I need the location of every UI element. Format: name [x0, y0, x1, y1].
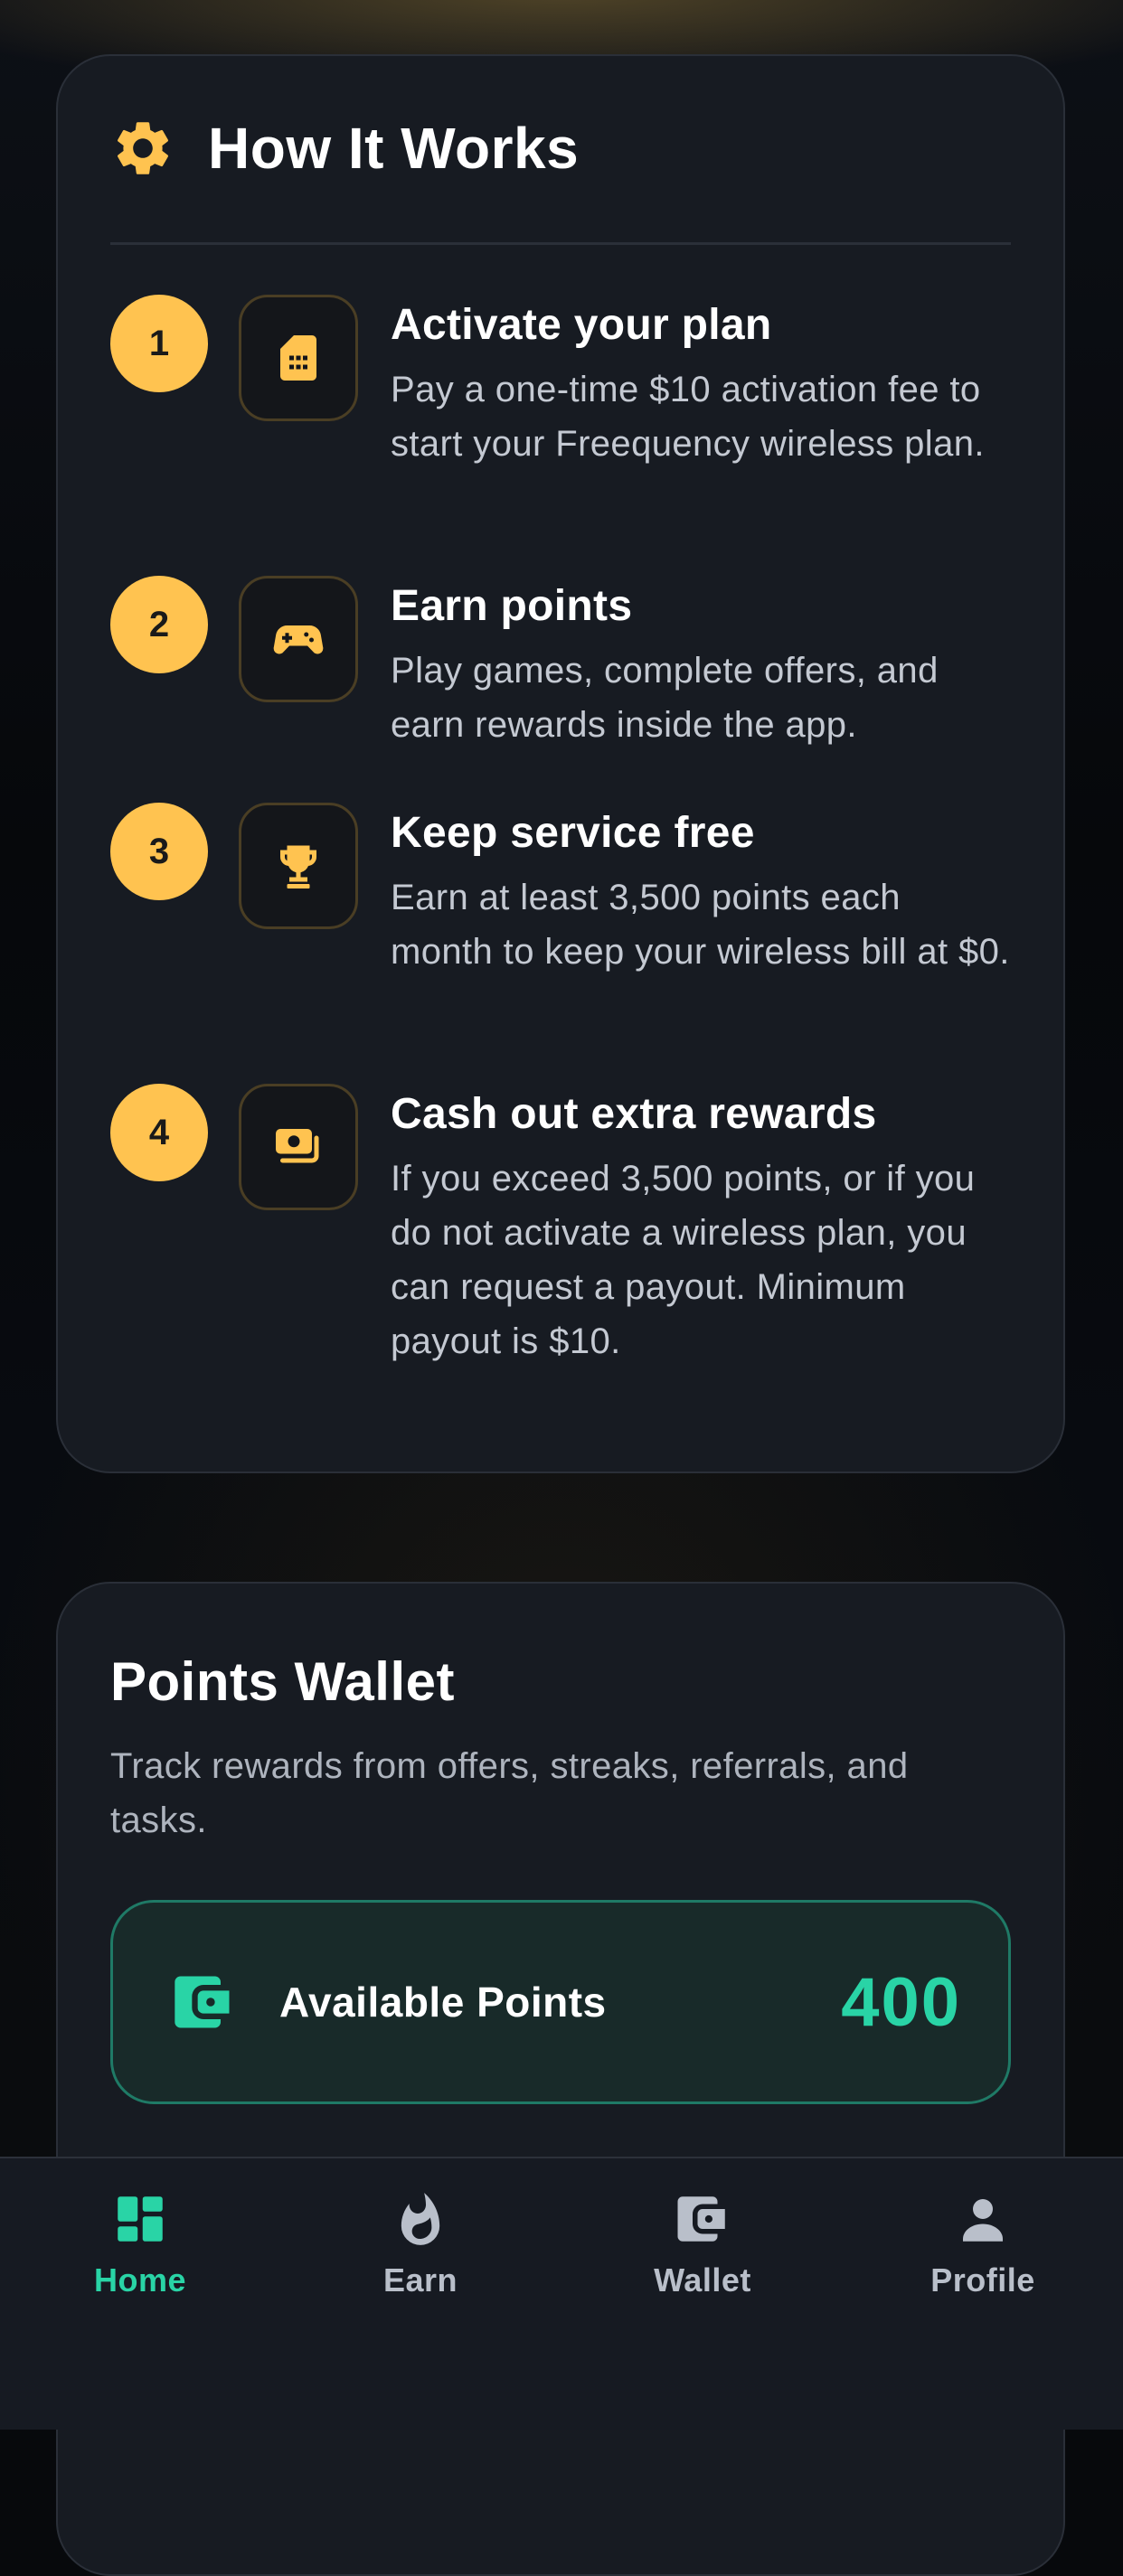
dashboard-icon	[118, 2196, 163, 2242]
step-number-badge: 3	[110, 803, 208, 900]
trophy-icon	[279, 845, 317, 888]
how-it-works-card: How It Works 1 Activate your plan Pay a …	[56, 54, 1065, 1473]
points-wallet-description: Track rewards from offers, streaks, refe…	[110, 1746, 909, 1840]
step-title: Cash out extra rewards	[391, 1090, 877, 1138]
available-points-panel: Available Points 400	[110, 1900, 1011, 2104]
step-title: Activate your plan	[391, 301, 772, 349]
nav-item-home[interactable]: Home	[50, 2189, 231, 2299]
nav-label: Home	[93, 2261, 187, 2299]
step-title: Earn points	[391, 582, 633, 630]
nav-item-earn[interactable]: Earn	[330, 2189, 511, 2299]
gamepad-icon	[273, 625, 324, 654]
step-number-badge: 1	[110, 295, 208, 392]
step-description: If you exceed 3,500 points, or if you do…	[391, 1159, 976, 1362]
nav-label: Wallet	[654, 2261, 751, 2299]
step-text: Earn points Play games, complete offers,…	[391, 581, 1011, 752]
nav-label: Profile	[930, 2261, 1035, 2299]
step-description: Pay a one-time $10 activation fee to sta…	[391, 370, 985, 465]
step-item-4: 4 Cash out extra rewards If you exceed 3…	[110, 1084, 1011, 1361]
flame-icon	[401, 2193, 440, 2245]
step-description: Play games, complete offers, and earn re…	[391, 651, 939, 746]
nav-item-profile[interactable]: Profile	[892, 2189, 1073, 2299]
available-points-label: Available Points	[279, 1979, 607, 2026]
available-points-value: 400	[841, 1963, 961, 2041]
step-item-1: 1 Activate your plan Pay a one-time $10 …	[110, 295, 1011, 566]
step-icon-tile	[239, 1084, 358, 1210]
step-number-badge: 4	[110, 1084, 208, 1181]
nav-item-wallet[interactable]: Wallet	[612, 2189, 793, 2299]
wallet-icon	[677, 2196, 725, 2242]
wallet-icon	[175, 1976, 230, 2028]
step-description: Earn at least 3,500 points each month to…	[391, 878, 1010, 973]
divider	[110, 242, 1011, 245]
sim-card-icon	[280, 335, 316, 381]
person-icon	[963, 2199, 1003, 2242]
step-text: Keep service free Earn at least 3,500 po…	[391, 808, 1011, 979]
how-it-works-title: How It Works	[208, 116, 580, 181]
step-text: Cash out extra rewards If you exceed 3,5…	[391, 1089, 1011, 1368]
how-it-works-header: How It Works	[110, 116, 579, 181]
bottom-nav: Home Earn Wallet Profile	[0, 2157, 1123, 2430]
gear-icon	[117, 122, 169, 174]
nav-label: Earn	[382, 2261, 458, 2299]
step-icon-tile	[239, 803, 358, 929]
step-text: Activate your plan Pay a one-time $10 ac…	[391, 300, 1011, 471]
step-item-3: 3 Keep service free Earn at least 3,500 …	[110, 803, 1011, 1074]
step-title: Keep service free	[391, 809, 755, 857]
step-icon-tile	[239, 576, 358, 702]
cash-icon	[276, 1129, 319, 1163]
step-icon-tile	[239, 295, 358, 421]
step-number-badge: 2	[110, 576, 208, 673]
points-wallet-title: Points Wallet	[110, 1651, 455, 1712]
